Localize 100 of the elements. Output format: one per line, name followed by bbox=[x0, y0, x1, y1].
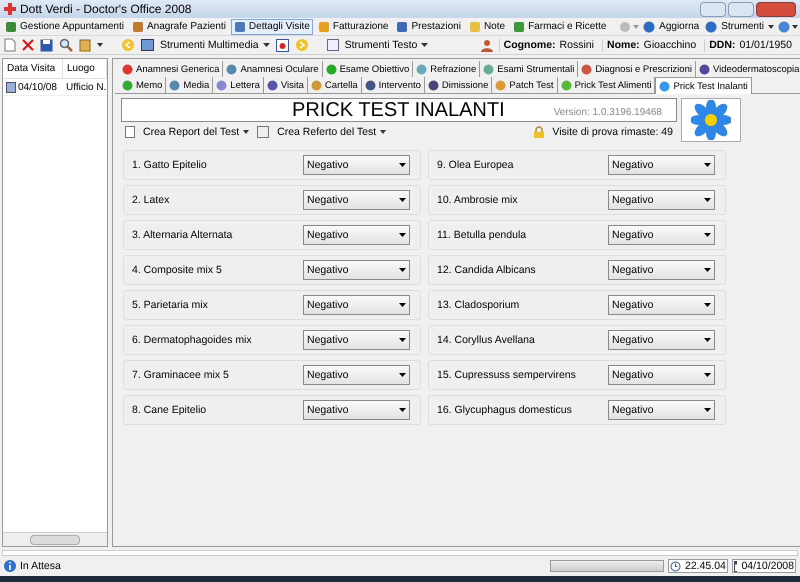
menu-icon bbox=[468, 20, 481, 32]
tab[interactable]: Anamnesi Oculare bbox=[223, 61, 323, 77]
menu-item[interactable]: Prestazioni bbox=[393, 18, 464, 34]
caret-icon bbox=[243, 130, 250, 134]
column-header[interactable]: Luogo bbox=[63, 59, 107, 78]
column-header[interactable]: Data Visita bbox=[3, 59, 63, 78]
new-document-icon[interactable] bbox=[4, 38, 16, 52]
tab-icon bbox=[226, 64, 238, 74]
result-dropdown[interactable]: Negativo bbox=[608, 330, 715, 350]
search-icon[interactable] bbox=[59, 38, 73, 52]
tab[interactable]: Esami Strumentali bbox=[480, 61, 578, 77]
tab-icon bbox=[122, 64, 133, 74]
tab[interactable]: Cartella bbox=[308, 77, 362, 93]
clipboard-icon[interactable] bbox=[79, 38, 91, 52]
tab[interactable]: Media bbox=[166, 77, 214, 93]
report-menu[interactable]: Crea Report del Test bbox=[143, 126, 250, 138]
menu-icon bbox=[705, 20, 718, 32]
minimize-button[interactable] bbox=[700, 2, 726, 16]
result-dropdown[interactable]: Negativo bbox=[608, 400, 715, 420]
test-label: 15. Cupressuss sempervirens bbox=[437, 368, 577, 382]
caret-icon bbox=[399, 233, 406, 237]
menu-icon bbox=[234, 20, 246, 32]
caret-icon bbox=[704, 338, 711, 342]
result-dropdown[interactable]: Negativo bbox=[303, 365, 410, 385]
menu-item[interactable]: Strumenti bbox=[703, 20, 776, 33]
tab[interactable]: Anamnesi Generica bbox=[119, 61, 224, 77]
menu-item[interactable]: Aggiorna bbox=[641, 20, 702, 33]
record-icon[interactable] bbox=[276, 38, 289, 52]
table-cell: 04/10/08 bbox=[3, 80, 63, 94]
menu-item[interactable]: Anagrafe Pazienti bbox=[128, 18, 229, 34]
caret-icon bbox=[399, 408, 406, 412]
caret-icon bbox=[399, 303, 406, 307]
patient-field-label: Cognome: bbox=[504, 38, 556, 52]
test-label: 3. Alternaria Alternata bbox=[132, 228, 234, 242]
status-text: In Attesa bbox=[20, 560, 61, 572]
maximize-button[interactable] bbox=[728, 2, 754, 16]
multimedia-menu[interactable]: Strumenti Multimedia bbox=[160, 38, 270, 52]
tab-icon bbox=[495, 80, 506, 90]
menu-icon bbox=[396, 20, 408, 32]
save-icon[interactable] bbox=[40, 38, 53, 52]
patient-field-label: Nome: bbox=[606, 38, 640, 52]
caret-icon[interactable] bbox=[97, 43, 103, 47]
tab[interactable]: Refrazione bbox=[413, 61, 480, 77]
report-icon bbox=[125, 126, 135, 138]
result-dropdown[interactable]: Negativo bbox=[303, 295, 410, 315]
result-dropdown[interactable]: Negativo bbox=[303, 155, 410, 175]
result-dropdown[interactable]: Negativo bbox=[303, 190, 410, 210]
clock-icon bbox=[670, 560, 681, 572]
menu-item[interactable]: Dettagli Visite bbox=[230, 18, 313, 34]
result-dropdown[interactable]: Negativo bbox=[608, 295, 715, 315]
tab-icon bbox=[310, 80, 322, 90]
menu-icon bbox=[318, 20, 330, 32]
menu-item[interactable]: Gestione Appuntamenti bbox=[2, 18, 127, 34]
tab[interactable]: Lettera bbox=[213, 77, 264, 93]
tab[interactable]: Visita bbox=[264, 77, 308, 93]
info-icon bbox=[4, 560, 16, 572]
result-dropdown[interactable]: Negativo bbox=[303, 400, 410, 420]
result-dropdown[interactable]: Negativo bbox=[303, 330, 410, 350]
tab-icon bbox=[364, 80, 376, 90]
caret-icon bbox=[421, 43, 428, 47]
test-label: 10. Ambrosie mix bbox=[437, 194, 519, 206]
tab[interactable]: Esame Obiettivo bbox=[322, 61, 414, 77]
result-dropdown[interactable]: Negativo bbox=[303, 260, 410, 280]
text-document-icon bbox=[326, 39, 339, 51]
panel-title: PRICK TEST INALANTI bbox=[292, 99, 505, 121]
document-icon bbox=[257, 126, 270, 138]
test-label: 8. Cane Epitelio bbox=[132, 404, 208, 416]
tab[interactable]: Intervento bbox=[362, 77, 425, 93]
horizontal-scrollbar[interactable] bbox=[3, 532, 107, 546]
result-dropdown[interactable]: Negativo bbox=[608, 225, 715, 245]
tab[interactable]: Dimissione bbox=[424, 77, 492, 93]
menu-item[interactable]: Note bbox=[466, 18, 508, 34]
close-button[interactable] bbox=[756, 2, 796, 16]
caret-icon bbox=[704, 163, 711, 167]
time-field: 22.45.04 bbox=[668, 559, 728, 573]
menu-item[interactable]: Farmaci e Ricette bbox=[510, 18, 610, 34]
caret-icon bbox=[704, 303, 711, 307]
caret-icon[interactable] bbox=[792, 24, 798, 28]
caret-icon bbox=[399, 338, 406, 342]
tab[interactable]: Prick Test Inalanti bbox=[655, 77, 752, 94]
text-tools-menu[interactable]: Strumenti Testo bbox=[344, 38, 428, 52]
trial-visits-text: Visite di prova rimaste: 49 bbox=[552, 126, 673, 138]
tab-icon bbox=[560, 80, 572, 90]
referto-menu[interactable]: Crea Referto del Test bbox=[277, 126, 386, 138]
result-dropdown[interactable]: Negativo bbox=[608, 365, 715, 385]
test-label: 7. Graminacee mix 5 bbox=[132, 368, 230, 382]
tab[interactable]: Memo bbox=[119, 77, 166, 93]
tab-icon bbox=[169, 80, 180, 90]
caret-icon bbox=[704, 408, 711, 412]
patient-field-label: DDN: bbox=[709, 38, 736, 52]
result-dropdown[interactable]: Negativo bbox=[303, 225, 410, 245]
caret-icon bbox=[704, 373, 711, 377]
patient-field-value: Rossini bbox=[560, 38, 594, 52]
delete-icon[interactable] bbox=[22, 39, 34, 51]
result-dropdown[interactable]: Negativo bbox=[608, 155, 715, 175]
lock-icon bbox=[534, 126, 544, 138]
result-dropdown[interactable]: Negativo bbox=[608, 260, 715, 280]
tab[interactable]: Patch Test bbox=[492, 77, 558, 93]
menu-item[interactable]: Fatturazione bbox=[314, 18, 392, 34]
result-dropdown[interactable]: Negativo bbox=[608, 190, 715, 210]
